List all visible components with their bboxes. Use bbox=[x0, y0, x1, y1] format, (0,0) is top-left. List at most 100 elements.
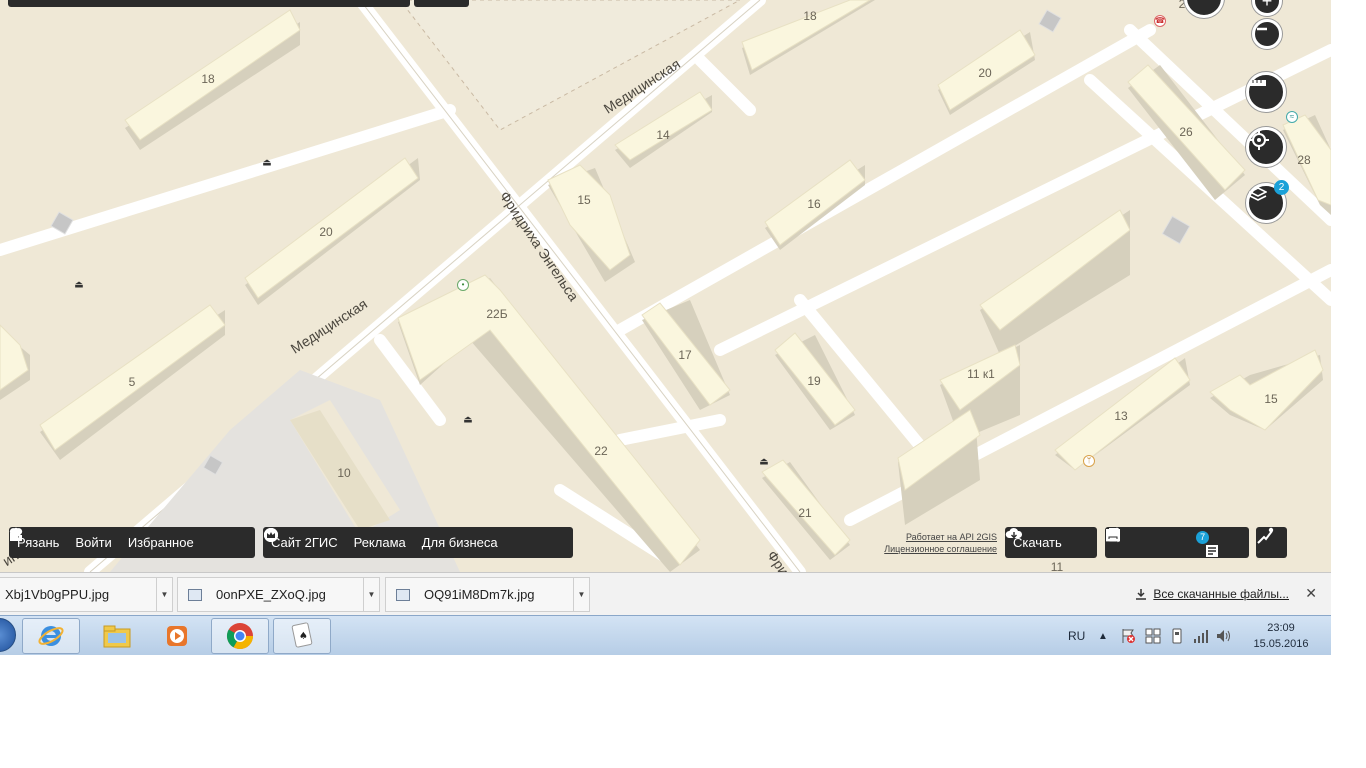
poi-icon[interactable]: ≈ bbox=[1286, 111, 1298, 123]
download-item[interactable]: Xbj1Vb0gPPU.jpg ▼ bbox=[0, 577, 173, 612]
building-number[interactable]: 18 bbox=[803, 9, 816, 23]
all-downloads-link[interactable]: Все скачанные файлы... bbox=[1135, 587, 1289, 601]
building-number[interactable]: 22 bbox=[594, 444, 607, 458]
minus-icon bbox=[1257, 27, 1267, 31]
building-number[interactable]: 28 bbox=[1297, 153, 1310, 167]
ruler-icon bbox=[1250, 80, 1266, 86]
entrance-icon[interactable]: ⏏ bbox=[262, 158, 271, 169]
heart-icon bbox=[9, 528, 23, 539]
license-link[interactable]: Лицензионное соглашение bbox=[870, 543, 997, 555]
start-button[interactable] bbox=[0, 618, 16, 652]
tools-bar: 7 bbox=[1105, 527, 1249, 558]
svg-text:♠: ♠ bbox=[299, 631, 308, 642]
favorites-label: Избранное bbox=[127, 535, 194, 550]
network-icon[interactable] bbox=[1193, 616, 1209, 655]
crosshair-icon bbox=[1249, 130, 1269, 150]
building-number[interactable]: 26 bbox=[1179, 125, 1192, 139]
layers-icon bbox=[1249, 187, 1267, 201]
building-number[interactable]: 16 bbox=[807, 197, 820, 211]
close-icon[interactable]: ✕ bbox=[1305, 585, 1317, 602]
building-number[interactable]: 14 bbox=[656, 128, 669, 142]
route-button[interactable] bbox=[1256, 527, 1287, 558]
ruler-button[interactable] bbox=[1246, 72, 1286, 112]
site-2gis-label: Сайт 2ГИС bbox=[271, 535, 338, 550]
news-badge: 7 bbox=[1196, 530, 1210, 544]
taskbar-ie[interactable] bbox=[22, 618, 80, 654]
ads-link[interactable]: Реклама bbox=[264, 527, 414, 558]
building-number[interactable]: 10 bbox=[337, 466, 350, 480]
action-center-icon[interactable] bbox=[1120, 616, 1136, 655]
city-label: Рязань bbox=[17, 535, 60, 550]
taskbar-explorer[interactable] bbox=[88, 618, 146, 654]
solitaire-icon: ♠ bbox=[291, 622, 313, 648]
media-player-icon bbox=[167, 626, 187, 646]
chevron-down-icon[interactable]: ▼ bbox=[156, 578, 172, 611]
building-number[interactable]: 20 bbox=[978, 66, 991, 80]
pharmacy-icon[interactable]: • bbox=[457, 279, 469, 291]
zoom-out-button[interactable] bbox=[1252, 19, 1282, 49]
crown-icon bbox=[264, 528, 278, 542]
plus-icon: + bbox=[1261, 0, 1273, 11]
clock-time: 23:09 bbox=[1267, 622, 1295, 634]
taskbar: ♠ RU ▲ 23:09 15.05.2016 bbox=[0, 615, 1331, 655]
windows-update-icon[interactable] bbox=[1145, 616, 1161, 655]
phone-poi-icon[interactable]: ☎ bbox=[1154, 15, 1166, 27]
language-indicator[interactable]: RU bbox=[1068, 616, 1085, 655]
image-file-icon bbox=[396, 588, 410, 601]
chevron-down-icon[interactable]: ▼ bbox=[573, 578, 589, 611]
building-number[interactable]: 17 bbox=[678, 348, 691, 362]
building-number[interactable]: 22Б bbox=[486, 307, 507, 321]
building-number[interactable]: 11 к1 bbox=[967, 367, 995, 381]
taskbar-media-player[interactable] bbox=[148, 618, 206, 654]
search-button[interactable] bbox=[414, 0, 469, 7]
favorites-button[interactable]: Избранное bbox=[9, 527, 202, 558]
entrance-icon[interactable]: ⏏ bbox=[463, 415, 472, 426]
layers-button[interactable]: 2 bbox=[1246, 180, 1289, 223]
search-panel[interactable] bbox=[8, 0, 410, 7]
building-number[interactable]: 13 bbox=[1114, 409, 1127, 423]
ads-label: Реклама bbox=[353, 535, 406, 550]
api-credit-link[interactable]: Работает на API 2GIS bbox=[870, 531, 997, 543]
download-item[interactable]: OQ91iM8Dm7k.jpg ▼ bbox=[385, 577, 590, 612]
download-item-name: 0onPXE_ZXoQ.jpg bbox=[216, 587, 326, 602]
map-credits: Работает на API 2GIS Лицензионное соглаш… bbox=[870, 531, 997, 555]
building-number[interactable]: 15 bbox=[577, 193, 590, 207]
device-icon[interactable] bbox=[1170, 616, 1184, 655]
image-file-icon bbox=[188, 588, 202, 601]
login-button[interactable]: Войти bbox=[10, 527, 119, 558]
show-hidden-icons[interactable]: ▲ bbox=[1098, 616, 1108, 655]
explorer-icon bbox=[103, 625, 131, 648]
screen: 18 20 5 14 15 16 17 19 22Б 22 10 21 18 2… bbox=[0, 0, 1331, 655]
restaurant-icon[interactable]: ᛘ bbox=[1083, 455, 1095, 467]
locate-me-button[interactable] bbox=[1246, 127, 1286, 167]
clock[interactable]: 23:09 15.05.2016 bbox=[1231, 620, 1331, 652]
download-icon bbox=[1136, 589, 1147, 600]
building-number[interactable]: 11 bbox=[1051, 560, 1063, 572]
download-item[interactable]: 0onPXE_ZXoQ.jpg ▼ bbox=[177, 577, 380, 612]
download-app-item[interactable]: Скачать bbox=[1005, 527, 1070, 558]
login-label: Войти bbox=[75, 535, 112, 550]
business-link[interactable]: Для бизнеса bbox=[264, 527, 506, 558]
building-number[interactable]: 19 bbox=[807, 374, 820, 388]
route-icon bbox=[1257, 527, 1274, 544]
entrance-icon[interactable]: ⏏ bbox=[759, 457, 768, 468]
building-number[interactable]: 18 bbox=[201, 72, 214, 86]
taskbar-chrome[interactable] bbox=[211, 618, 269, 654]
user-bar: Рязань Войти Избранное bbox=[9, 527, 255, 558]
chevron-down-icon[interactable]: ▼ bbox=[363, 578, 379, 611]
downloads-bar: Xbj1Vb0gPPU.jpg ▼ 0onPXE_ZXoQ.jpg ▼ OQ91… bbox=[0, 572, 1331, 615]
volume-icon[interactable] bbox=[1216, 616, 1232, 655]
map-canvas[interactable] bbox=[0, 0, 1331, 572]
map-view[interactable]: 18 20 5 14 15 16 17 19 22Б 22 10 21 18 2… bbox=[0, 0, 1331, 572]
building-number[interactable]: 21 bbox=[798, 506, 811, 520]
ie-icon bbox=[38, 626, 64, 646]
building-number[interactable]: 20 bbox=[319, 225, 332, 239]
download-item-name: OQ91iM8Dm7k.jpg bbox=[424, 587, 535, 602]
download-app-button[interactable]: Скачать bbox=[1005, 527, 1097, 558]
all-downloads-label: Все скачанные файлы... bbox=[1153, 587, 1289, 601]
cloud-download-icon bbox=[1005, 527, 1023, 539]
building-number[interactable]: 15 bbox=[1264, 392, 1277, 406]
entrance-icon[interactable]: ⏏ bbox=[74, 280, 83, 291]
taskbar-solitaire[interactable]: ♠ bbox=[273, 618, 331, 654]
building-number[interactable]: 5 bbox=[129, 375, 136, 389]
